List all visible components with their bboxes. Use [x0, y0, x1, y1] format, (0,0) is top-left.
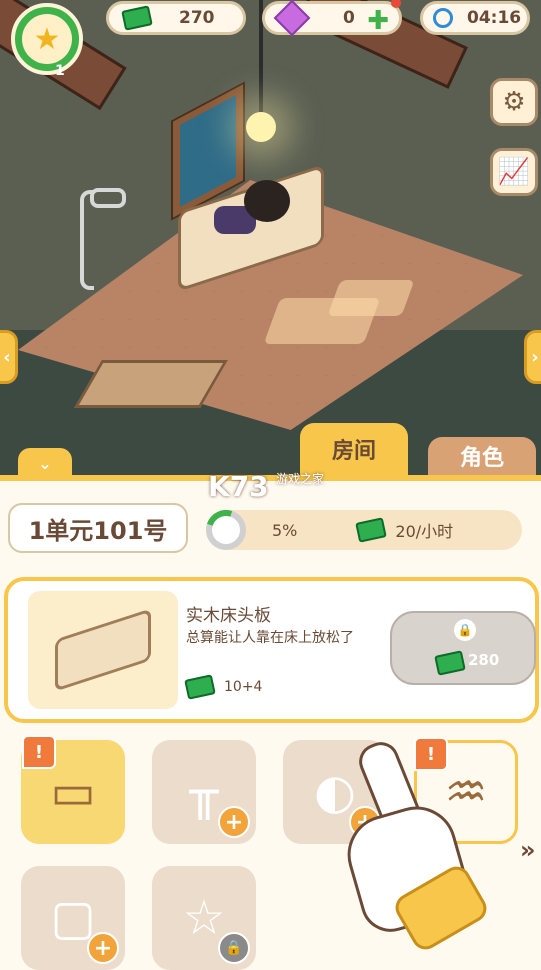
desk-icon: ╥: [189, 764, 219, 820]
item-card[interactable]: 实木床头板 总算能让人靠在床上放松了 10+4 🔒 280: [4, 577, 539, 723]
level-badge[interactable]: ★ 1: [11, 3, 83, 79]
chart-icon: 📈: [497, 157, 531, 187]
game-scene: [0, 0, 541, 475]
gem-icon: [273, 0, 311, 37]
star-icon: ★: [22, 14, 72, 64]
next-room-button[interactable]: ›: [524, 330, 541, 384]
buy-button[interactable]: 🔒 280: [390, 611, 536, 685]
room-name-label: 1单元101号: [8, 503, 188, 553]
room-progress: 5% 20/小时: [199, 503, 522, 557]
time-value: 04:16: [467, 8, 522, 28]
tv-icon: ▢: [50, 890, 96, 946]
tab-room[interactable]: 房间: [300, 423, 408, 475]
lamp-icon: ☆: [182, 890, 226, 946]
plus-icon: +: [218, 806, 250, 838]
add-gem-button[interactable]: ✚: [367, 6, 389, 36]
settings-button[interactable]: ⚙: [490, 78, 538, 126]
tutorial-hand: [338, 736, 492, 955]
slot-tv[interactable]: ▢ +: [21, 866, 125, 970]
item-price: 280: [468, 651, 500, 669]
cash-icon: [184, 674, 216, 700]
tab-character[interactable]: 角色: [428, 437, 536, 475]
item-bonus: 10+4: [184, 674, 263, 700]
bed-icon: ▭: [50, 764, 96, 820]
level-number: 1: [55, 63, 65, 79]
collapse-panel-button[interactable]: ⌄: [18, 448, 72, 478]
more-arrow-icon[interactable]: »: [520, 836, 536, 864]
slot-bed-notice: !: [22, 735, 56, 769]
lock-icon: 🔒: [454, 619, 476, 641]
character-head[interactable]: [244, 180, 290, 222]
progress-ring: [199, 503, 253, 557]
cash-counter: 270: [106, 1, 246, 35]
cash-icon: [434, 650, 466, 676]
light-spot: [263, 298, 381, 344]
chevron-down-icon: ⌄: [38, 453, 52, 473]
gem-counter: 0 ✚: [262, 0, 402, 37]
watermark-logo: K73: [208, 470, 269, 503]
slot-desk[interactable]: ╥ +: [152, 740, 256, 844]
window-glass: [180, 95, 236, 207]
item-bonus-value: 10+4: [224, 679, 263, 695]
watermark-sub: 游戏之家: [276, 472, 325, 486]
item-name: 实木床头板: [186, 606, 271, 626]
cash-icon: [121, 5, 153, 31]
clock-icon: [433, 8, 453, 28]
lock-icon: 🔒: [218, 932, 250, 964]
prev-room-button[interactable]: ‹: [0, 330, 18, 384]
item-preview: [28, 591, 178, 709]
chevron-right-icon: ›: [531, 346, 539, 368]
bed-icon: [55, 608, 151, 692]
cash-icon: [355, 517, 388, 543]
chevron-left-icon: ‹: [3, 346, 11, 368]
progress-percent: 5%: [272, 520, 298, 540]
item-description: 总算能让人靠在床上放松了: [186, 630, 354, 646]
gear-icon: ⚙: [502, 87, 526, 117]
plus-icon: +: [87, 932, 119, 964]
stats-button[interactable]: 📈: [490, 148, 538, 196]
gem-value: 0: [343, 8, 355, 28]
timer: 04:16: [420, 1, 530, 35]
slot-lamp[interactable]: ☆ 🔒: [152, 866, 256, 970]
shower-head: [90, 188, 126, 208]
income-rate: 20/小时: [395, 522, 454, 541]
ceiling-lamp: [246, 112, 276, 142]
cash-value: 270: [179, 8, 215, 28]
